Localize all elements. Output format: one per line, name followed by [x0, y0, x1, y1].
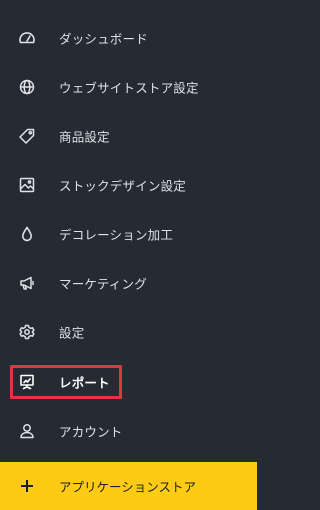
sidebar-item-website-store-settings[interactable]: ウェブサイトストア設定	[0, 69, 257, 105]
sidebar-item-decoration[interactable]: デコレーション加工	[0, 216, 257, 252]
sidebar-item-label: レポート	[59, 375, 110, 391]
report-icon	[18, 373, 36, 391]
sidebar-item-label: 設定	[59, 325, 85, 341]
sidebar-item-dashboard[interactable]: ダッシュボード	[0, 20, 257, 56]
app-store-label: アプリケーションストア	[59, 479, 197, 495]
sidebar-item-label: デコレーション加工	[59, 227, 174, 243]
sidebar-item-label: アカウント	[59, 424, 123, 440]
gear-icon	[18, 323, 36, 341]
megaphone-icon	[18, 274, 36, 292]
sidebar-item-settings[interactable]: 設定	[0, 314, 257, 350]
sidebar: ダッシュボード ウェブサイトストア設定 商品設定 ストックデザイン設定 デコレー…	[0, 0, 257, 510]
sidebar-item-account[interactable]: アカウント	[0, 413, 257, 449]
image-icon	[18, 176, 36, 194]
sidebar-item-product-settings[interactable]: 商品設定	[0, 118, 257, 154]
sidebar-item-stock-design-settings[interactable]: ストックデザイン設定	[0, 167, 257, 203]
dashboard-gauge-icon	[18, 29, 36, 47]
droplet-icon	[18, 225, 36, 243]
user-icon	[18, 422, 36, 440]
sidebar-item-marketing[interactable]: マーケティング	[0, 265, 257, 301]
sidebar-item-report[interactable]: レポート	[0, 364, 257, 400]
sidebar-item-label: マーケティング	[59, 276, 147, 292]
app-store-button[interactable]: アプリケーションストア	[0, 462, 257, 510]
sidebar-item-label: 商品設定	[59, 129, 110, 145]
tag-icon	[18, 127, 36, 145]
sidebar-item-label: ストックデザイン設定	[59, 178, 187, 194]
globe-icon	[18, 78, 36, 96]
sidebar-item-label: ダッシュボード	[59, 31, 148, 47]
plus-icon	[19, 478, 35, 494]
sidebar-item-label: ウェブサイトストア設定	[59, 80, 199, 96]
